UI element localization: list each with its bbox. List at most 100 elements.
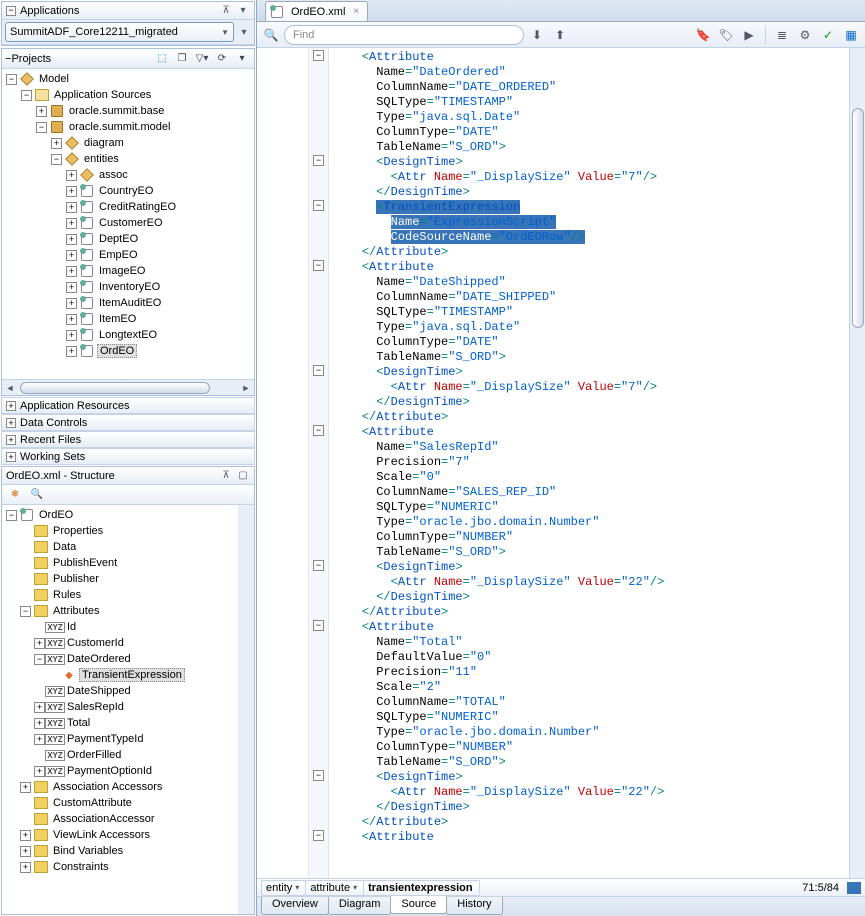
expand-toggle[interactable]: − (6, 510, 17, 521)
expand-toggle[interactable]: + (66, 314, 77, 325)
code-line[interactable]: Scale="0" (333, 470, 849, 485)
code-line[interactable]: <TransientExpression (333, 200, 849, 215)
code-line[interactable]: <Attr Name="_DisplaySize" Value="22"/> (333, 575, 849, 590)
expand-toggle[interactable]: + (34, 766, 45, 777)
expand-toggle[interactable]: + (20, 862, 31, 873)
class-view-icon[interactable]: ⬚ (153, 51, 171, 67)
fold-toggle[interactable]: − (313, 155, 324, 166)
expand-toggle[interactable]: + (6, 435, 16, 445)
code-line[interactable]: Scale="2" (333, 680, 849, 695)
expand-toggle[interactable]: + (66, 330, 77, 341)
tree-item[interactable]: +Constraints (4, 859, 238, 875)
tree-item[interactable]: +ItemAuditEO (4, 295, 254, 311)
expand-toggle[interactable]: − (51, 154, 62, 165)
code-line[interactable]: ColumnType="NUMBER" (333, 530, 849, 545)
code-line[interactable]: SQLType="NUMERIC" (333, 500, 849, 515)
code-line[interactable]: <Attribute (333, 830, 849, 845)
application-dropdown[interactable]: SummitADF_Core12211_migrated ▼ (5, 22, 234, 42)
app-menu-button[interactable]: ▾ (237, 25, 251, 39)
tree-item[interactable]: +EmpEO (4, 247, 254, 263)
code-line[interactable]: ColumnType="DATE" (333, 125, 849, 140)
breadcrumb-item[interactable]: entity▾ (261, 880, 306, 896)
options-icon[interactable]: ▾ (233, 51, 251, 67)
tree-item[interactable]: Publisher (4, 571, 238, 587)
code-line[interactable]: <Attribute (333, 50, 849, 65)
tree-item[interactable]: +XYZPaymentOptionId (4, 763, 238, 779)
code-line[interactable]: SQLType="NUMERIC" (333, 710, 849, 725)
tree-item[interactable]: Data (4, 539, 238, 555)
code-line[interactable]: </DesignTime> (333, 590, 849, 605)
expand-toggle[interactable]: + (34, 638, 45, 649)
tree-item[interactable]: +Association Accessors (4, 779, 238, 795)
code-line[interactable]: Precision="7" (333, 455, 849, 470)
tree-item[interactable]: −Attributes (4, 603, 238, 619)
fold-toggle[interactable]: − (313, 425, 324, 436)
code-line[interactable]: CodeSourceName="OrdEORow"/> (333, 230, 849, 245)
fold-toggle[interactable]: − (313, 50, 324, 61)
code-line[interactable]: TableName="S_ORD"> (333, 350, 849, 365)
expand-toggle[interactable]: + (6, 452, 16, 462)
expand-toggle[interactable]: + (66, 202, 77, 213)
fold-toggle[interactable]: − (313, 830, 324, 841)
expand-toggle[interactable] (34, 686, 45, 697)
code-line[interactable]: ColumnType="DATE" (333, 335, 849, 350)
expand-toggle[interactable] (34, 622, 45, 633)
expand-toggle[interactable]: + (20, 846, 31, 857)
code-line[interactable]: SQLType="TIMESTAMP" (333, 305, 849, 320)
code-line[interactable]: <DesignTime> (333, 155, 849, 170)
expand-toggle[interactable]: + (66, 234, 77, 245)
filter-icon[interactable]: ▽▾ (193, 51, 211, 67)
bookmark-next-icon[interactable]: ▶ (739, 25, 759, 45)
find-icon[interactable]: 🔍 (28, 487, 46, 503)
projects-tree[interactable]: −Model−Application Sources+oracle.summit… (2, 69, 254, 379)
expand-toggle[interactable]: + (66, 282, 77, 293)
find-next-icon[interactable]: ⬇ (527, 25, 547, 45)
properties-icon[interactable]: ▦ (841, 25, 861, 45)
search-icon[interactable]: 🔍 (261, 25, 281, 45)
tree-item[interactable]: +XYZPaymentTypeId (4, 731, 238, 747)
bookmark-icon[interactable]: 🔖 (693, 25, 713, 45)
expand-toggle[interactable]: + (66, 298, 77, 309)
tree-item[interactable]: +CountryEO (4, 183, 254, 199)
tree-item[interactable]: +diagram (4, 135, 254, 151)
code-line[interactable]: ColumnName="TOTAL" (333, 695, 849, 710)
scroll-thumb[interactable] (852, 108, 864, 328)
expand-toggle[interactable]: + (34, 702, 45, 713)
expand-toggle[interactable] (48, 670, 59, 681)
code-line[interactable]: TableName="S_ORD"> (333, 755, 849, 770)
tree-item[interactable]: TransientExpression (4, 667, 238, 683)
tree-item[interactable]: AssociationAccessor (4, 811, 238, 827)
expand-toggle[interactable]: − (20, 606, 31, 617)
fold-toggle[interactable]: − (313, 770, 324, 781)
expand-toggle[interactable]: + (36, 106, 47, 117)
code-line[interactable]: <Attr Name="_DisplaySize" Value="7"/> (333, 380, 849, 395)
tree-item[interactable]: +CustomerEO (4, 215, 254, 231)
code-line[interactable]: Type="java.sql.Date" (333, 110, 849, 125)
expand-toggle[interactable]: + (20, 830, 31, 841)
tree-item[interactable]: +ImageEO (4, 263, 254, 279)
tree-item[interactable]: −oracle.summit.model (4, 119, 254, 135)
code-line[interactable]: ColumnType="NUMBER" (333, 740, 849, 755)
tree-item[interactable]: −Application Sources (4, 87, 254, 103)
panel-menu-icon[interactable]: ▾ (236, 4, 250, 18)
code-editor[interactable]: −−−−−−−−−− <Attribute Name="DateOrdered"… (257, 48, 865, 878)
tree-item[interactable]: +CreditRatingEO (4, 199, 254, 215)
collapse-toggle[interactable]: − (6, 6, 16, 16)
expand-toggle[interactable] (20, 798, 31, 809)
expand-toggle[interactable] (20, 574, 31, 585)
collapsed-panel[interactable]: +Data Controls (1, 414, 255, 431)
tree-item[interactable]: +InventoryEO (4, 279, 254, 295)
reformat-icon[interactable]: ⚙ (795, 25, 815, 45)
code-line[interactable]: TableName="S_ORD"> (333, 545, 849, 560)
code-line[interactable]: TableName="S_ORD"> (333, 140, 849, 155)
file-tab-ordeo[interactable]: OrdEO.xml × (265, 1, 368, 21)
expand-toggle[interactable]: + (34, 718, 45, 729)
editor-view-tab[interactable]: Overview (261, 897, 329, 915)
code-line[interactable]: Name="ExpressionScript" (333, 215, 849, 230)
code-line[interactable]: Precision="11" (333, 665, 849, 680)
code-line[interactable]: <Attribute (333, 260, 849, 275)
code-line[interactable]: </DesignTime> (333, 185, 849, 200)
expand-toggle[interactable]: + (6, 418, 16, 428)
code-line[interactable]: <Attribute (333, 620, 849, 635)
tree-item[interactable]: +Bind Variables (4, 843, 238, 859)
